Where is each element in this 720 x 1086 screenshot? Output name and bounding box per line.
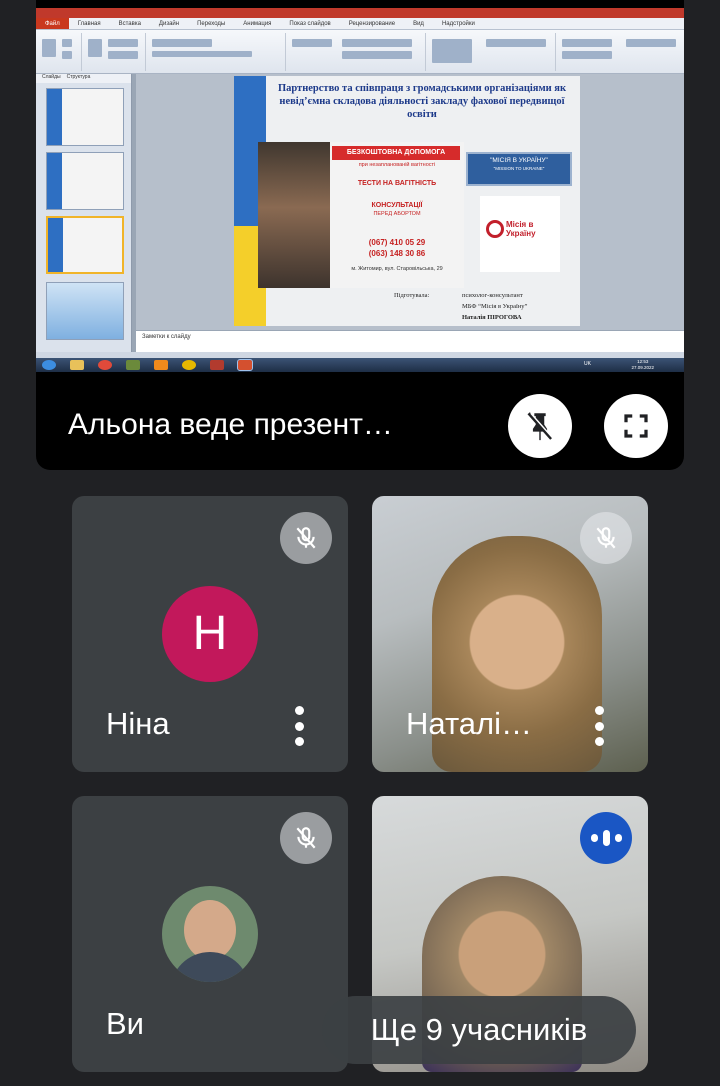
windows-taskbar: 12:53 27.09.2022 UK (36, 358, 684, 372)
presenter-label: Альона веде презент… (68, 408, 393, 441)
editor-body: Слайды Структура Партнерство та співпрац… (36, 74, 684, 352)
poster-headline: БЕЗКОШТОВНА ДОПОМОГА (332, 146, 460, 160)
slide-title: Партнерство та співпраця з громадськими … (277, 83, 567, 120)
more-vert-icon (594, 706, 604, 715)
mission-badge-title: "МІСІЯ В УКРАЇНУ" (490, 157, 548, 164)
participant-menu-button[interactable] (594, 706, 604, 746)
participant-tile[interactable]: Наталі… (372, 496, 648, 772)
fullscreen-button[interactable] (604, 394, 668, 458)
unpin-button[interactable] (508, 394, 572, 458)
app-icon (182, 360, 196, 370)
mic-off-badge (280, 812, 332, 864)
ribbon-group (556, 33, 684, 71)
poster-consult: КОНСУЛЬТАЦІЇ (371, 202, 423, 209)
chrome-icon (98, 360, 112, 370)
ribbon-tab: Показ слайдов (289, 21, 331, 27)
slide-thumbnail (46, 88, 124, 146)
slide-thumbnail (46, 152, 124, 210)
ribbon-tab: Переходы (197, 21, 226, 27)
ribbon-tab: Анимация (243, 21, 272, 27)
ribbon-tab: Вид (413, 21, 424, 27)
explorer-icon (70, 360, 84, 370)
pin-off-icon (527, 412, 554, 441)
ribbon-group (36, 33, 82, 71)
signature-line: психолог-консультант (462, 292, 523, 299)
mission-logo-text: Місія в Україну (506, 220, 536, 238)
mission-badge-en: "MISSION TO UKRAINE" (493, 166, 545, 171)
ribbon-tab: Вставка (118, 21, 141, 27)
participant-tile[interactable]: Ви (72, 796, 348, 1072)
poster-consult-sub: ПЕРЕД АБОРТОМ (373, 211, 421, 217)
audio-level-icon (590, 834, 598, 842)
thumbs-tab: Структура (66, 74, 91, 80)
ribbon-tab: Надстройки (441, 21, 475, 27)
language-indicator: UK (584, 361, 591, 367)
taskbar-clock: 12:53 27.09.2022 (631, 359, 654, 371)
more-vert-icon (294, 706, 304, 715)
thumbs-tabs: Слайды Структура (36, 74, 131, 83)
mission-badge: "МІСІЯ В УКРАЇНУ" "MISSION TO UKRAINE" (466, 152, 572, 186)
ribbon (36, 30, 684, 74)
slide-thumbnail (46, 282, 124, 340)
mission-logo-mark (486, 220, 504, 238)
poster-photo (258, 142, 330, 288)
avatar: H (162, 586, 258, 682)
media-icon (126, 360, 140, 370)
mic-off-icon (296, 827, 316, 849)
ribbon-tab: Дизайн (158, 21, 180, 27)
slide-thumbnail-active (46, 216, 124, 274)
mic-off-badge (280, 512, 332, 564)
mic-off-icon (296, 527, 316, 549)
ribbon-group (146, 33, 286, 71)
signature-name: Наталія ПІРОГОВА (462, 314, 522, 321)
slide-notes: Заметки к слайду (136, 330, 684, 352)
poster-subheadline: при незапланованій вагітності (358, 162, 436, 168)
mission-logo: Місія в Україну (480, 196, 560, 272)
ribbon-group (426, 33, 556, 71)
poster-tests: ТЕСТИ НА ВАГІТНІСТЬ (357, 180, 437, 187)
mic-off-icon (596, 527, 616, 549)
ribbon-tabs: Файл Главная Вставка Дизайн Переходы Ани… (36, 18, 684, 30)
ribbon-group (286, 33, 426, 71)
slide-thumbnails-pane: Слайды Структура (36, 74, 132, 352)
clock-date: 27.09.2022 (631, 365, 654, 370)
participant-name: Наталі… (406, 706, 533, 741)
more-participants-button[interactable]: Ще 9 учасників (322, 996, 636, 1064)
ribbon-group (82, 33, 146, 71)
slide-canvas: Партнерство та співпраця з громадськими … (136, 74, 684, 330)
signature-line: МБФ “Місія в Україну” (462, 303, 528, 310)
participant-menu-button[interactable] (294, 706, 304, 746)
signature-label: Підготувала: (394, 292, 430, 299)
participant-name: Ніна (106, 706, 170, 741)
poster-phone: (067) 410 05 29 (368, 238, 426, 247)
presentation-tile[interactable]: Файл Главная Вставка Дизайн Переходы Ани… (36, 0, 684, 470)
vlc-icon (154, 360, 168, 370)
powerpoint-icon (237, 359, 253, 371)
ribbon-tab: Рецензирование (348, 21, 396, 27)
ribbon-tab: Главная (77, 21, 101, 27)
app-icon (210, 360, 224, 370)
ribbon-tab: Файл (36, 18, 69, 29)
current-slide: Партнерство та співпраця з громадськими … (234, 76, 580, 326)
participant-name: Ви (106, 1006, 144, 1041)
mic-off-badge (580, 512, 632, 564)
fullscreen-icon (624, 414, 648, 438)
poster-image: БЕЗКОШТОВНА ДОПОМОГА при незапланованій … (258, 142, 464, 288)
poster-phone: (063) 148 30 86 (368, 249, 426, 258)
signature-prepared: Підготувала: психолог-консультант (394, 292, 574, 300)
speaking-indicator (580, 812, 632, 864)
shared-screen: Файл Главная Вставка Дизайн Переходы Ани… (36, 8, 684, 372)
avatar (162, 886, 258, 982)
window-titlebar (36, 8, 684, 18)
poster-address: м. Житомир, вул. Старовільська, 29 (351, 266, 443, 272)
thumbs-tab: Слайды (42, 74, 61, 80)
participant-tile[interactable]: H Ніна (72, 496, 348, 772)
start-icon (42, 360, 56, 370)
